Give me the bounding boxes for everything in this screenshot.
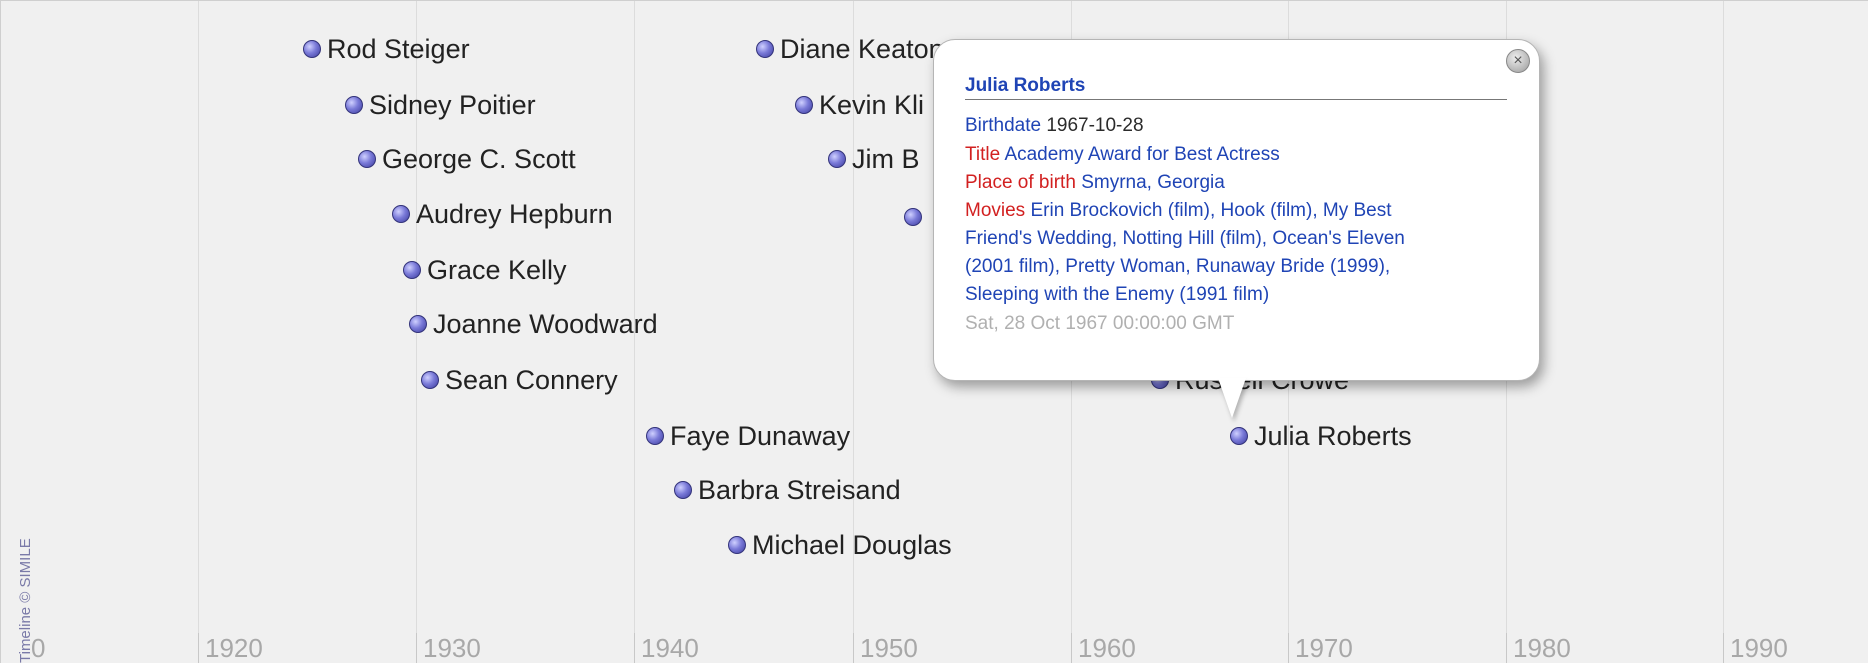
place-label: Place of birth [965, 172, 1076, 193]
bubble-title-row: Title Academy Award for Best Actress [965, 141, 1505, 169]
gridline [198, 1, 199, 663]
event-label: Jim B [852, 144, 920, 174]
event-label: Julia Roberts [1254, 421, 1412, 451]
event-dot-icon [646, 427, 664, 445]
bubble-pointer [1218, 378, 1246, 418]
simile-credit: Timeline © SIMILE [17, 538, 34, 663]
movies-links-cont[interactable]: Sleeping with the Enemy (1991 film) [965, 281, 1505, 309]
event-dot-icon [904, 208, 922, 226]
event-label: Audrey Hepburn [416, 199, 613, 229]
movies-links-cont[interactable]: Friend's Wedding, Notting Hill (film), O… [965, 225, 1505, 253]
bubble-movies-row: Movies Erin Brockovich (film), Hook (fil… [965, 197, 1505, 225]
axis-tick-1920: 1920 [198, 633, 263, 663]
event-label: Michael Douglas [752, 530, 952, 560]
movies-links[interactable]: Erin Brockovich (film), Hook (film), My … [1030, 200, 1391, 221]
event-dot-icon [674, 481, 692, 499]
place-value-link[interactable]: Smyrna, Georgia [1081, 172, 1225, 193]
event-dot-icon [403, 261, 421, 279]
axis-tick-1970: 1970 [1288, 633, 1353, 663]
event-label: Joanne Woodward [433, 309, 658, 339]
timeline-band[interactable]: 0 1920 1930 1940 1950 1960 1970 1980 199… [0, 0, 1868, 663]
movies-label: Movies [965, 200, 1026, 221]
event-label: Diane Keaton [780, 34, 944, 64]
birthdate-value: 1967-10-28 [1046, 115, 1144, 136]
event-label: Barbra Streisand [698, 475, 901, 505]
event-dot-icon [358, 150, 376, 168]
event-label: Rod Steiger [327, 34, 470, 64]
birthdate-label: Birthdate [965, 115, 1042, 136]
gridline [1723, 1, 1724, 663]
axis-tick-1980: 1980 [1506, 633, 1571, 663]
axis-tick-1950: 1950 [853, 633, 918, 663]
event-dot-icon [421, 371, 439, 389]
axis-tick-1940: 1940 [634, 633, 699, 663]
event-label: Kevin Kli [819, 90, 925, 120]
event-dot-icon [795, 96, 813, 114]
event-dot-icon [756, 40, 774, 58]
axis-tick-1990: 1990 [1723, 633, 1788, 663]
event-label: Sidney Poitier [369, 90, 536, 120]
bubble-date: Sat, 28 Oct 1967 00:00:00 GMT [965, 313, 1235, 334]
axis-tick-1960: 1960 [1071, 633, 1136, 663]
event-label: Sean Connery [445, 365, 618, 395]
title-label: Title [965, 144, 1001, 165]
movies-links-cont[interactable]: (2001 film), Pretty Woman, Runaway Bride… [965, 253, 1505, 281]
event-dot-icon [409, 315, 427, 333]
event-dot-icon [392, 205, 410, 223]
event-dot-icon [728, 536, 746, 554]
bubble-place-row: Place of birth Smyrna, Georgia [965, 169, 1505, 197]
event-label: Faye Dunaway [670, 421, 851, 451]
event-dot-icon [1230, 427, 1248, 445]
bubble-title[interactable]: Julia Roberts [965, 75, 1507, 100]
event-dot-icon [345, 96, 363, 114]
event-label: Grace Kelly [427, 255, 567, 285]
event-label: George C. Scott [382, 144, 576, 174]
axis-tick-1930: 1930 [416, 633, 481, 663]
event-dot-icon [828, 150, 846, 168]
event-dot-icon [303, 40, 321, 58]
close-bubble-button[interactable]: × [1506, 49, 1530, 73]
bubble-birthdate-row: Birthdate 1967-10-28 [965, 112, 1505, 140]
title-value-link[interactable]: Academy Award for Best Actress [1004, 144, 1279, 165]
